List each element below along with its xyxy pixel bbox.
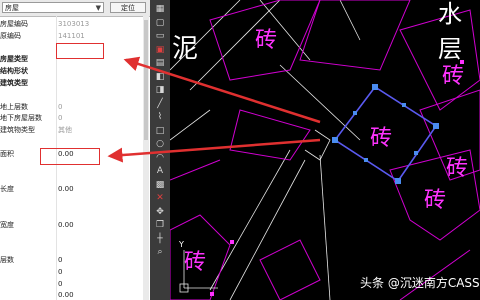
property-value[interactable]: 3103013 — [58, 18, 89, 30]
property-row[interactable] — [0, 207, 150, 219]
label-cement: 水层 — [438, 0, 462, 63]
property-key: 原编码 — [0, 31, 21, 40]
highlight-box-type — [40, 148, 100, 165]
scrollbar-thumb[interactable] — [144, 20, 148, 140]
copy-icon[interactable]: ❐ — [154, 220, 166, 231]
property-value[interactable]: 0 — [58, 278, 62, 290]
property-row[interactable]: 0.00 — [0, 289, 150, 300]
draw-toolbar: ▦ ▢ ▭ ▣ ▤ ◧ ◨ ╱ ⌇ □ ○ ◠ A ▩ ✕ ✥ ❐ ┼ ⌕ — [150, 0, 170, 300]
property-row[interactable]: 房屋编码 3103013 — [0, 18, 150, 30]
label-mud: 泥 — [172, 34, 199, 64]
layer-select-value: 房屋 — [5, 4, 19, 12]
property-value[interactable]: 0 — [58, 101, 62, 113]
table-icon[interactable]: ▦ — [154, 4, 166, 15]
property-row[interactable]: 宽度 0.00 — [0, 219, 150, 231]
new-icon[interactable]: ▢ — [154, 18, 166, 29]
property-key: 长度 — [0, 185, 14, 194]
property-value[interactable]: 141101 — [58, 30, 85, 42]
property-key: 建筑物类型 — [0, 126, 35, 135]
polyline-icon[interactable]: ⌇ — [154, 112, 166, 123]
chevron-down-icon: ▼ — [95, 4, 101, 12]
property-key: 层数 — [0, 256, 14, 264]
property-row[interactable] — [0, 195, 150, 207]
property-row[interactable]: 建筑物类型 其他 — [0, 124, 150, 136]
property-value[interactable]: 0.00 — [58, 289, 74, 300]
property-row[interactable]: 结构形状 — [0, 65, 150, 77]
open-icon[interactable]: ▭ — [154, 31, 166, 42]
locate-button[interactable]: 定位 — [110, 2, 146, 13]
hatch-icon[interactable]: ▩ — [154, 180, 166, 191]
label-brick-5: 砖 — [424, 188, 447, 213]
label-brick-3: 砖 — [370, 126, 393, 151]
print-icon[interactable]: ▤ — [154, 58, 166, 69]
panel-scrollbar[interactable] — [143, 16, 149, 300]
panel-toolbar: 房屋 ▼ 定位 — [0, 0, 150, 17]
property-key: 建筑类型 — [0, 79, 28, 87]
zoom-icon[interactable]: ⌕ — [154, 247, 166, 258]
circle-icon[interactable]: ○ — [154, 139, 166, 150]
property-row[interactable]: 0 — [0, 278, 150, 290]
property-row[interactable]: 地下房屋层数 0 — [0, 112, 150, 124]
property-row[interactable]: 长度 0.00 — [0, 183, 150, 195]
property-row[interactable] — [0, 89, 150, 101]
property-key: 结构形状 — [0, 67, 28, 76]
property-row[interactable] — [0, 136, 150, 148]
move-icon[interactable]: ✥ — [154, 207, 166, 218]
rectangle-icon[interactable]: □ — [154, 126, 166, 137]
drawing-canvas[interactable]: 泥 水层 砖 砖 砖 砖 砖 砖 Y 头条 @沉迷南方CASS — [170, 0, 480, 300]
properties-panel: 房屋 ▼ 定位 房屋编码 3103013 原编码 141101 房屋类型结构形状建筑类型… — [0, 0, 151, 300]
property-value[interactable]: 其他 — [58, 124, 72, 136]
delete-icon[interactable]: ✕ — [154, 193, 166, 204]
property-row[interactable] — [0, 230, 150, 242]
highlight-box-code — [56, 43, 104, 59]
layer-select[interactable]: 房屋 ▼ — [2, 2, 104, 13]
cad-drawing — [170, 0, 480, 300]
layers-icon[interactable]: ◧ — [154, 72, 166, 83]
property-row[interactable]: 原编码 141101 — [0, 30, 150, 42]
property-key: 房屋编码 — [0, 20, 28, 28]
save-icon[interactable]: ▣ — [154, 45, 166, 56]
property-value[interactable]: 0 — [58, 254, 62, 266]
property-row[interactable]: 建筑类型 — [0, 77, 150, 89]
line-icon[interactable]: ╱ — [154, 99, 166, 110]
label-brick-2: 砖 — [442, 64, 465, 89]
property-value[interactable]: 0 — [58, 266, 62, 278]
property-value[interactable]: 0.00 — [58, 183, 74, 195]
cass-window: 房屋 ▼ 定位 房屋编码 3103013 原编码 141101 房屋类型结构形状建筑类型… — [0, 0, 480, 300]
property-row[interactable] — [0, 171, 150, 183]
property-row[interactable]: 层数 0 — [0, 254, 150, 266]
property-key: 地下房屋层数 — [0, 114, 42, 123]
property-key: 房屋类型 — [0, 55, 28, 64]
text-icon[interactable]: A — [154, 166, 166, 177]
property-value[interactable]: 0 — [58, 112, 62, 124]
arc-icon[interactable]: ◠ — [154, 153, 166, 164]
property-row[interactable] — [0, 242, 150, 254]
axis-y-label: Y — [179, 240, 184, 249]
property-value[interactable]: 0.00 — [58, 219, 74, 231]
label-brick-6: 砖 — [184, 250, 207, 275]
measure-icon[interactable]: ┼ — [154, 234, 166, 245]
label-brick-4: 砖 — [446, 156, 469, 181]
property-row[interactable]: 地上层数 0 — [0, 101, 150, 113]
properties-icon[interactable]: ◨ — [154, 85, 166, 96]
property-key: 宽度 — [0, 220, 14, 229]
property-key: 地上层数 — [0, 102, 28, 111]
label-brick-1: 砖 — [255, 28, 278, 53]
watermark-text: 头条 @沉迷南方CASS — [360, 276, 480, 290]
property-row[interactable]: 0 — [0, 266, 150, 278]
